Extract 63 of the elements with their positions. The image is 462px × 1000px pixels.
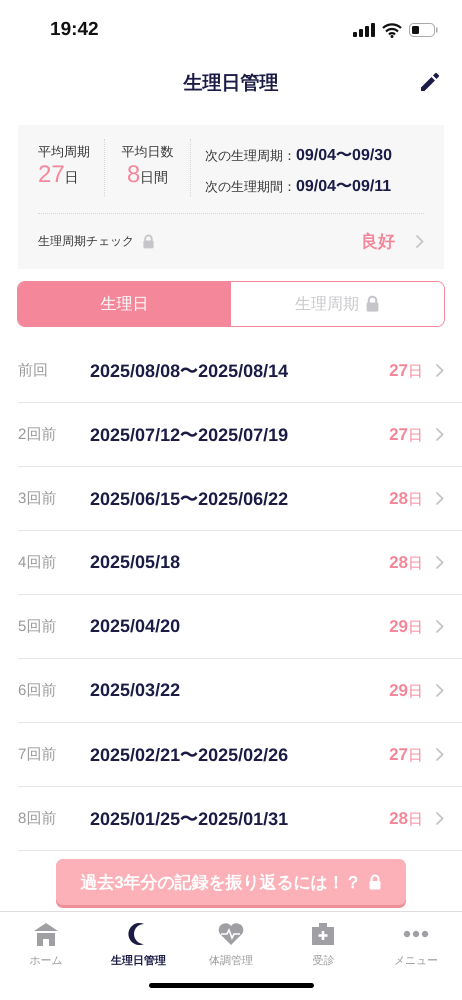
record-label: 8回前: [18, 809, 58, 828]
cycle-days: 28日: [389, 552, 423, 572]
record-row[interactable]: 7回前 2025/02/21〜2025/02/26 27日: [18, 723, 462, 787]
record-dates: 2025/01/25〜2025/01/31: [90, 808, 290, 830]
record-dates: 2025/08/08〜2025/08/14: [90, 360, 290, 382]
cycle-days: 29日: [389, 616, 423, 636]
record-row[interactable]: 4回前 2025/05/18 28日: [18, 531, 462, 595]
stat-value: 27 日: [38, 161, 79, 189]
record-label: 3回前: [18, 489, 58, 508]
record-dates: 2025/02/21〜2025/02/26: [90, 744, 290, 766]
screen-title: 生理日管理: [184, 72, 278, 96]
wifi-icon: [382, 22, 402, 38]
record-label: 2回前: [18, 425, 58, 444]
chevron-right-icon: [415, 234, 424, 249]
more-icon: [402, 930, 429, 938]
cycle-days: 27日: [389, 424, 423, 444]
cycle-days: 28日: [389, 488, 423, 508]
chevron-right-icon: [435, 363, 444, 378]
chevron-right-icon: [435, 555, 444, 570]
record-row[interactable]: 6回前 2025/03/22 29日: [18, 659, 462, 723]
chevron-right-icon: [435, 619, 444, 634]
chevron-right-icon: [435, 427, 444, 442]
record-row[interactable]: 2回前 2025/07/12〜2025/07/19 27日: [18, 403, 462, 467]
cycle-days: 28日: [389, 808, 423, 828]
record-label: 4回前: [18, 553, 58, 572]
check-result: 良好: [361, 231, 395, 253]
record-row[interactable]: 8回前 2025/01/25〜2025/01/31 28日: [18, 787, 462, 851]
house-icon: [33, 922, 60, 946]
next-label: 次の生理期間：: [205, 178, 296, 196]
record-label: 6回前: [18, 681, 58, 700]
check-label: 生理周期チェック: [38, 233, 134, 250]
chevron-right-icon: [435, 683, 444, 698]
tab-bar-item[interactable]: 生理日管理: [92, 920, 185, 968]
record-dates: 2025/07/12〜2025/07/19: [90, 424, 290, 446]
heartbeat-icon: [217, 922, 246, 946]
record-dates: 2025/05/18: [90, 552, 182, 573]
cycle-check-row[interactable]: 生理周期チェック 良好: [38, 214, 424, 269]
chevron-right-icon: [435, 747, 444, 762]
chevron-right-icon: [435, 491, 444, 506]
stat-value: 8日間: [126, 161, 168, 189]
clock-time: 19:42: [50, 19, 99, 41]
record-row[interactable]: 3回前 2025/06/15〜2025/06/22 28日: [18, 467, 462, 531]
signal-icon: [353, 23, 375, 37]
record-row[interactable]: 前回 2025/08/08〜2025/08/14 27日: [18, 339, 462, 403]
record-label: 5回前: [18, 617, 58, 636]
cycle-days: 27日: [389, 744, 423, 764]
stat-label: 平均周期: [38, 143, 90, 161]
record-dates: 2025/06/15〜2025/06/22: [90, 488, 290, 510]
chevron-right-icon: [435, 811, 444, 826]
record-label: 7回前: [18, 745, 58, 764]
cycle-days: 27日: [389, 360, 423, 380]
next-date-range: 09/04〜09/11: [296, 177, 392, 197]
pencil-icon[interactable]: [418, 70, 442, 94]
battery-icon: [409, 23, 438, 37]
stat-label: 平均日数: [122, 143, 174, 161]
record-dates: 2025/03/22: [90, 680, 182, 701]
record-row[interactable]: 5回前 2025/04/20 29日: [18, 595, 462, 659]
next-date-range: 09/04〜09/30: [296, 146, 392, 166]
next-label: 次の生理周期：: [205, 147, 296, 165]
cycle-days: 29日: [389, 680, 423, 700]
medical-kit-icon: [311, 922, 336, 946]
record-label: 前回: [18, 361, 49, 380]
record-dates: 2025/04/20: [90, 616, 182, 637]
